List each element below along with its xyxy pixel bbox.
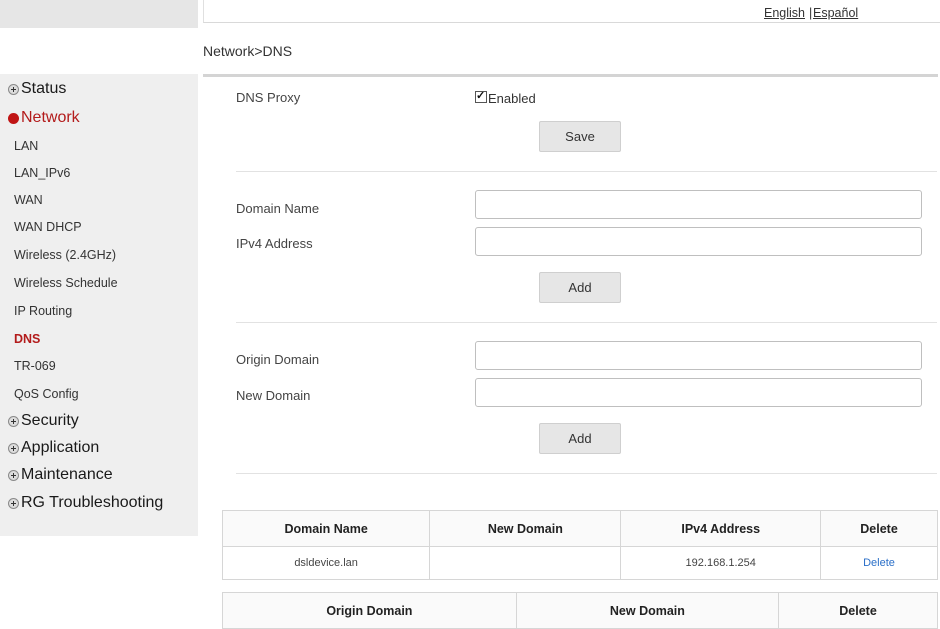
nav-section-network[interactable]: Network	[8, 107, 80, 129]
sidebar-header-bar	[0, 0, 198, 28]
nav-section-application[interactable]: Application	[8, 437, 99, 459]
column-header: Domain Name	[221, 510, 431, 547]
nav-section-label: Security	[21, 412, 79, 429]
sidebar-item-ip-routing[interactable]: IP Routing	[14, 302, 72, 320]
nav-section-rg-troubleshooting[interactable]: RG Troubleshooting	[8, 492, 163, 514]
domain-name-input[interactable]	[475, 190, 922, 219]
plus-circle-icon	[8, 442, 19, 454]
sidebar-item-lan-ipv6[interactable]: LAN_IPv6	[14, 164, 70, 182]
sidebar-item-wan-dhcp[interactable]: WAN DHCP	[14, 218, 82, 236]
nav-section-status[interactable]: Status	[8, 78, 66, 100]
header-divider	[203, 74, 938, 77]
new-domain-cell	[429, 546, 622, 580]
sidebar-item-tr069[interactable]: TR-069	[14, 357, 56, 375]
column-header: New Domain	[429, 510, 622, 547]
column-header: Delete	[820, 510, 938, 547]
domain-cell: dsldevice.lan	[221, 546, 431, 580]
plus-circle-icon	[8, 469, 19, 481]
plus-circle-icon	[8, 497, 19, 509]
nav-section-label: Maintenance	[21, 466, 113, 483]
nav-section-label: Status	[21, 80, 67, 97]
ipv4-address-input[interactable]	[475, 227, 922, 256]
origin-domain-label: Origin Domain	[236, 352, 320, 367]
delete-link[interactable]: Delete	[820, 546, 938, 580]
nav-section-label: Network	[21, 109, 80, 126]
column-header: Delete	[778, 592, 938, 629]
dns-proxy-enabled-checkbox[interactable]	[475, 89, 487, 103]
section-divider	[236, 171, 937, 172]
sidebar-item-dns[interactable]: DNS	[14, 330, 40, 348]
domain-rewrite-table: Origin Domain New Domain Delete	[222, 592, 938, 629]
section-divider	[236, 473, 937, 474]
column-header: Origin Domain	[222, 592, 517, 629]
sidebar-item-wireless[interactable]: Wireless (2.4GHz)	[14, 246, 116, 264]
nav-section-label: Application	[21, 439, 100, 456]
new-domain-input[interactable]	[475, 378, 922, 407]
domain-name-label: Domain Name	[236, 201, 320, 216]
add-rewrite-button[interactable]: Add	[539, 423, 621, 454]
origin-domain-input[interactable]	[475, 341, 922, 370]
sidebar-item-lan[interactable]: LAN	[14, 137, 38, 155]
sidebar-item-wireless-schedule[interactable]: Wireless Schedule	[14, 274, 118, 292]
plus-circle-icon	[8, 415, 19, 427]
breadcrumb: Network>DNS	[203, 43, 293, 59]
table-row: dsldevice.lan 192.168.1.254 Delete	[221, 546, 938, 580]
plus-circle-icon	[8, 83, 19, 95]
sidebar-item-wan[interactable]: WAN	[14, 191, 43, 209]
language-english-link[interactable]: English	[764, 6, 805, 20]
ipv4-address-label: IPv4 Address	[236, 236, 313, 251]
new-domain-label: New Domain	[236, 388, 311, 403]
add-host-button[interactable]: Add	[539, 272, 621, 303]
table-header-row: Origin Domain New Domain Delete	[222, 592, 938, 629]
nav-section-label: RG Troubleshooting	[21, 494, 164, 511]
section-divider	[236, 322, 937, 323]
hosts-table: Domain Name New Domain IPv4 Address Dele…	[221, 510, 938, 580]
nav-section-maintenance[interactable]: Maintenance	[8, 464, 113, 486]
nav-section-security[interactable]: Security	[8, 410, 79, 432]
table-header-row: Domain Name New Domain IPv4 Address Dele…	[221, 510, 938, 547]
sidebar-item-qos-config[interactable]: QoS Config	[14, 385, 79, 403]
dns-proxy-label: DNS Proxy	[236, 90, 301, 105]
column-header: IPv4 Address	[620, 510, 822, 547]
column-header: New Domain	[515, 592, 780, 629]
save-button[interactable]: Save	[539, 121, 621, 152]
red-dot-icon	[8, 112, 19, 124]
language-espanol-link[interactable]: Español	[813, 6, 858, 20]
dns-proxy-enabled-label: Enabled	[488, 91, 536, 106]
language-separator: |	[809, 6, 813, 20]
ipv4-cell: 192.168.1.254	[620, 546, 822, 580]
